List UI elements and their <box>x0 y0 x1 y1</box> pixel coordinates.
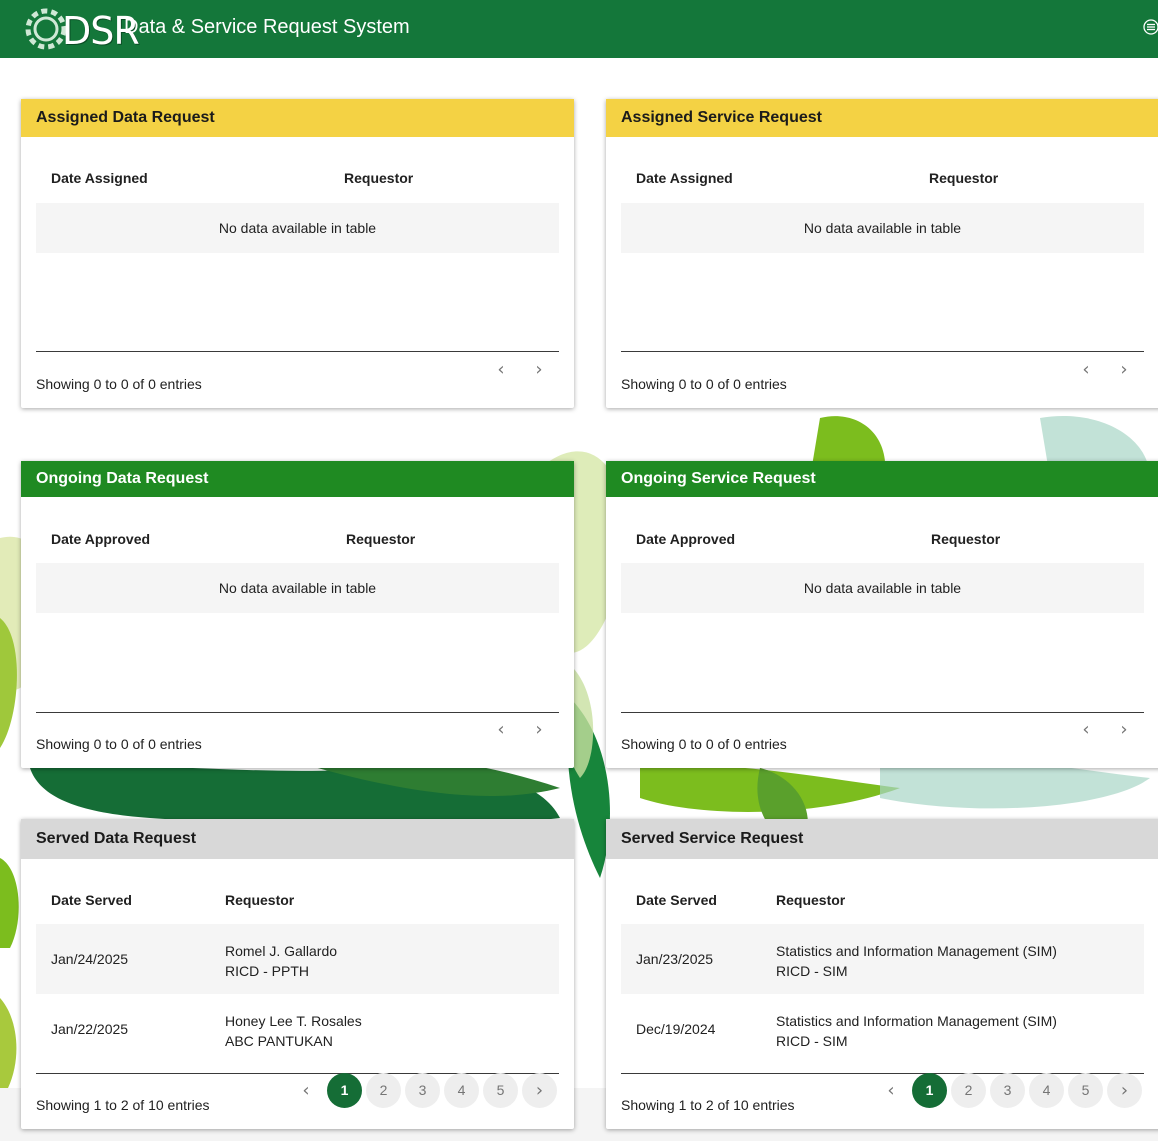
column-header-date[interactable]: Date Assigned <box>51 170 148 186</box>
card-title: Served Data Request <box>21 819 574 859</box>
table-row[interactable]: Dec/19/2024 Statistics and Information M… <box>621 994 1144 1064</box>
requestor-office: RICD - PPTH <box>225 963 309 979</box>
column-header-requestor[interactable]: Requestor <box>931 531 1000 547</box>
table-divider <box>36 351 559 352</box>
date-served-cell: Jan/22/2025 <box>51 1021 129 1037</box>
column-header-requestor[interactable]: Requestor <box>344 170 413 186</box>
top-navbar: DSR Data & Service Request System <box>0 0 1158 58</box>
page-1-button[interactable]: 1 <box>912 1073 947 1108</box>
empty-table-message: No data available in table <box>621 563 1144 613</box>
empty-table-message: No data available in table <box>36 203 559 253</box>
table-info: Showing 1 to 2 of 10 entries <box>621 1097 795 1113</box>
column-header-date[interactable]: Date Assigned <box>636 170 733 186</box>
chevron-left-icon[interactable]: ‹ <box>876 1076 906 1106</box>
table-row[interactable]: Jan/24/2025 Romel J. Gallardo RICD - PPT… <box>36 924 559 994</box>
page-1-button[interactable]: 1 <box>327 1073 362 1108</box>
requests-table: Date Approved Requestor No data availabl… <box>621 497 1144 768</box>
table-info: Showing 0 to 0 of 0 entries <box>36 376 202 392</box>
ongoing-data-request-card: Ongoing Data Request Date Approved Reque… <box>21 461 574 768</box>
table-divider <box>36 712 559 713</box>
requestor-name: Statistics and Information Management (S… <box>776 1013 1057 1029</box>
empty-table-message: No data available in table <box>621 203 1144 253</box>
requestor-office: RICD - SIM <box>776 1033 848 1049</box>
chevron-left-icon[interactable]: ‹ <box>486 715 516 745</box>
table-divider <box>621 1073 1144 1074</box>
requestor-name: Honey Lee T. Rosales <box>225 1013 362 1029</box>
column-header-requestor[interactable]: Requestor <box>225 892 294 908</box>
requestor-cell: Romel J. Gallardo RICD - PPTH <box>225 941 337 981</box>
column-header-requestor[interactable]: Requestor <box>776 892 845 908</box>
chevron-left-icon[interactable]: ‹ <box>291 1076 321 1106</box>
empty-table-message: No data available in table <box>36 563 559 613</box>
chevron-right-icon[interactable]: › <box>524 715 554 745</box>
column-header-requestor[interactable]: Requestor <box>929 170 998 186</box>
requestor-cell: Honey Lee T. Rosales ABC PANTUKAN <box>225 1011 362 1051</box>
card-title: Ongoing Data Request <box>21 461 574 497</box>
requestor-cell: Statistics and Information Management (S… <box>776 1011 1057 1051</box>
requestor-cell: Statistics and Information Management (S… <box>776 941 1057 981</box>
app-title: Data & Service Request System <box>124 16 410 38</box>
menu-icon[interactable] <box>1143 19 1158 35</box>
table-info: Showing 0 to 0 of 0 entries <box>621 376 787 392</box>
card-title: Ongoing Service Request <box>606 461 1158 497</box>
table-divider <box>621 351 1144 352</box>
card-title: Assigned Service Request <box>606 99 1158 137</box>
chevron-right-icon[interactable]: › <box>1107 1073 1142 1108</box>
page-4-button[interactable]: 4 <box>444 1073 479 1108</box>
assigned-data-request-card: Assigned Data Request Date Assigned Requ… <box>21 99 574 408</box>
chevron-left-icon[interactable]: ‹ <box>1071 715 1101 745</box>
column-header-date[interactable]: Date Served <box>51 892 132 908</box>
page-5-button[interactable]: 5 <box>483 1073 518 1108</box>
chevron-right-icon[interactable]: › <box>1109 715 1139 745</box>
assigned-service-request-card: Assigned Service Request Date Assigned R… <box>606 99 1158 408</box>
page-2-button[interactable]: 2 <box>366 1073 401 1108</box>
table-row[interactable]: Jan/22/2025 Honey Lee T. Rosales ABC PAN… <box>36 994 559 1064</box>
table-row[interactable]: Jan/23/2025 Statistics and Information M… <box>621 924 1144 994</box>
chevron-right-icon[interactable]: › <box>1109 355 1139 385</box>
table-info: Showing 0 to 0 of 0 entries <box>36 736 202 752</box>
date-served-cell: Jan/23/2025 <box>636 951 714 967</box>
requests-table: Date Assigned Requestor No data availabl… <box>36 137 559 408</box>
requests-table: Date Approved Requestor No data availabl… <box>36 497 559 768</box>
table-divider <box>36 1073 559 1074</box>
requestor-name: Romel J. Gallardo <box>225 943 338 959</box>
table-divider <box>621 712 1144 713</box>
dsr-logo[interactable]: DSR <box>22 3 140 55</box>
page-3-button[interactable]: 3 <box>990 1073 1025 1108</box>
page-2-button[interactable]: 2 <box>951 1073 986 1108</box>
column-header-date[interactable]: Date Served <box>636 892 717 908</box>
column-header-requestor[interactable]: Requestor <box>346 531 415 547</box>
requestor-name: Statistics and Information Management (S… <box>776 943 1057 959</box>
column-header-date[interactable]: Date Approved <box>51 531 150 547</box>
chevron-right-icon[interactable]: › <box>522 1073 557 1108</box>
page-3-button[interactable]: 3 <box>405 1073 440 1108</box>
page-5-button[interactable]: 5 <box>1068 1073 1103 1108</box>
column-header-date[interactable]: Date Approved <box>636 531 735 547</box>
date-served-cell: Dec/19/2024 <box>636 1021 716 1037</box>
chevron-left-icon[interactable]: ‹ <box>1071 355 1101 385</box>
date-served-cell: Jan/24/2025 <box>51 951 129 967</box>
served-service-request-card: Served Service Request Date Served Reque… <box>606 819 1158 1129</box>
requestor-office: RICD - SIM <box>776 963 848 979</box>
table-info: Showing 1 to 2 of 10 entries <box>36 1097 210 1113</box>
chevron-left-icon[interactable]: ‹ <box>486 355 516 385</box>
served-data-request-card: Served Data Request Date Served Requesto… <box>21 819 574 1129</box>
table-info: Showing 0 to 0 of 0 entries <box>621 736 787 752</box>
chevron-right-icon[interactable]: › <box>524 355 554 385</box>
requests-table: Date Assigned Requestor No data availabl… <box>621 137 1144 408</box>
requestor-office: ABC PANTUKAN <box>225 1033 333 1049</box>
ongoing-service-request-card: Ongoing Service Request Date Approved Re… <box>606 461 1158 768</box>
card-title: Assigned Data Request <box>21 99 574 137</box>
page-4-button[interactable]: 4 <box>1029 1073 1064 1108</box>
card-title: Served Service Request <box>606 819 1158 859</box>
